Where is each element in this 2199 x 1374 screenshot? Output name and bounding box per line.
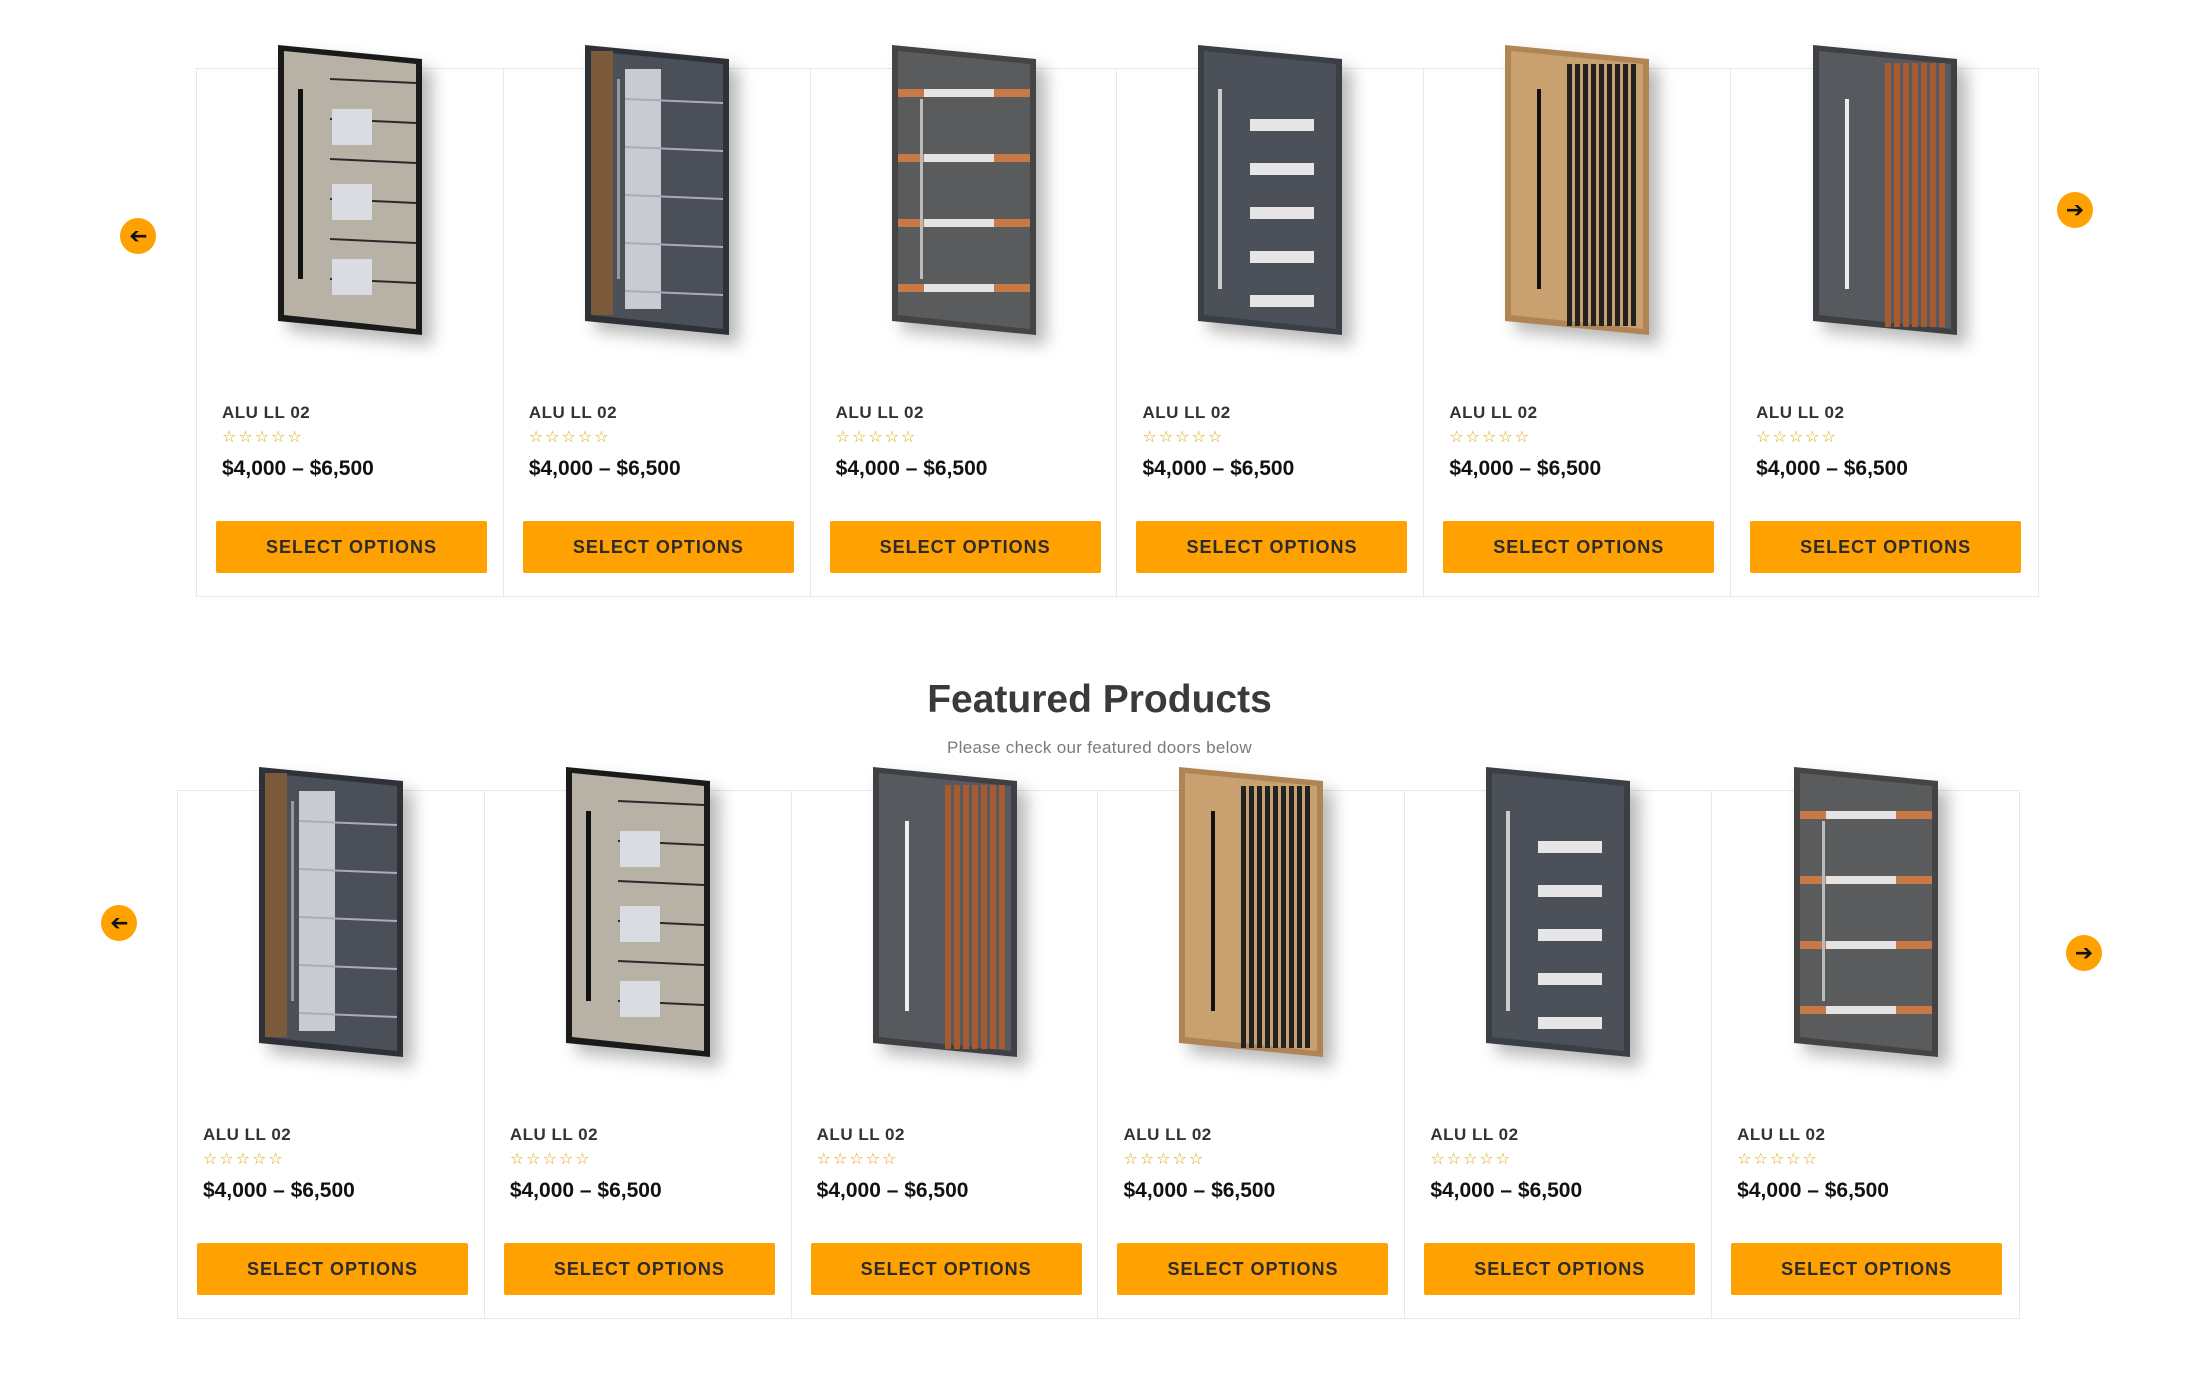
product-image[interactable]	[504, 39, 810, 399]
select-options-button[interactable]: SELECT OPTIONS	[503, 1243, 775, 1295]
select-options-button[interactable]: SELECT OPTIONS	[829, 521, 1101, 573]
product-image[interactable]	[1117, 39, 1423, 399]
select-options-button[interactable]: SELECT OPTIONS	[1750, 521, 2022, 573]
product-card[interactable]: ALU LL 02 ☆☆☆☆☆ $4,000 – $6,500 SELECT OPTI…	[197, 45, 504, 596]
product-card[interactable]: ALU LL 02 ☆☆☆☆☆ $4,000 – $6,500 SELECT OPTI…	[1731, 45, 2038, 596]
product-price: $4,000 – $6,500	[222, 457, 374, 480]
section-title: Featured Products	[927, 678, 1272, 721]
rating-stars: ☆☆☆☆☆	[1123, 1151, 1206, 1168]
product-price: $4,000 – $6,500	[528, 457, 681, 480]
rating-stars: ☆☆☆☆☆	[1430, 1151, 1513, 1168]
product-name[interactable]: ALU LL 02	[1142, 403, 1230, 423]
carousel-prev-button[interactable]: ➔	[120, 218, 156, 254]
rating-stars: ☆☆☆☆☆	[509, 1151, 592, 1168]
rating-stars: ☆☆☆☆☆	[1142, 429, 1225, 446]
product-name[interactable]: ALU LL 02	[510, 1125, 598, 1145]
product-price: $4,000 – $6,500	[816, 1179, 969, 1202]
product-image[interactable]	[1731, 39, 2038, 399]
product-card[interactable]: ALU LL 02 ☆☆☆☆☆ $4,000 – $6,500 SELECT OPTI…	[1405, 767, 1713, 1318]
rating-stars: ☆☆☆☆☆	[222, 429, 304, 446]
product-grid: ALU LL 02 ☆☆☆☆☆ $4,000 – $6,500 SELECT OPTI…	[196, 45, 2039, 597]
select-options-button[interactable]: SELECT OPTIONS	[810, 1243, 1082, 1295]
arrow-left-icon: ➔	[109, 910, 129, 935]
product-image[interactable]	[792, 761, 1098, 1121]
carousel-prev-button[interactable]: ➔	[101, 905, 137, 941]
rating-stars: ☆☆☆☆☆	[203, 1151, 285, 1168]
section-subtitle: Please check our featured doors below	[947, 738, 1252, 757]
select-options-button[interactable]: SELECT OPTIONS	[216, 521, 487, 573]
product-grid: ALU LL 02 ☆☆☆☆☆ $4,000 – $6,500 SELECT OPTI…	[177, 767, 2020, 1319]
rating-stars: ☆☆☆☆☆	[528, 429, 611, 446]
product-name[interactable]: ALU LL 02	[1737, 1125, 1825, 1145]
rating-stars: ☆☆☆☆☆	[816, 1151, 899, 1168]
rating-stars: ☆☆☆☆☆	[1737, 1151, 1819, 1168]
product-card[interactable]: ALU LL 02 ☆☆☆☆☆ $4,000 – $6,500 SELECT OPTI…	[792, 767, 1099, 1318]
product-price: $4,000 – $6,500	[509, 1179, 662, 1202]
product-card[interactable]: ALU LL 02 ☆☆☆☆☆ $4,000 – $6,500 SELECT OPTI…	[1117, 45, 1425, 596]
product-name[interactable]: ALU LL 02	[817, 1125, 905, 1145]
product-price: $4,000 – $6,500	[1737, 1179, 1889, 1202]
rating-stars: ☆☆☆☆☆	[1449, 429, 1532, 446]
product-name[interactable]: ALU LL 02	[1449, 403, 1537, 423]
product-image[interactable]	[811, 39, 1117, 399]
arrow-left-icon: ➔	[128, 223, 148, 248]
select-options-button[interactable]: SELECT OPTIONS	[522, 521, 794, 573]
product-image[interactable]	[1424, 39, 1730, 399]
product-card[interactable]: ALU LL 02 ☆☆☆☆☆ $4,000 – $6,500 SELECT OPTI…	[485, 767, 792, 1318]
product-price: $4,000 – $6,500	[1449, 457, 1602, 480]
product-card[interactable]: ALU LL 02 ☆☆☆☆☆ $4,000 – $6,500 SELECT OPTI…	[1098, 767, 1406, 1318]
product-card[interactable]: ALU LL 02 ☆☆☆☆☆ $4,000 – $6,500 SELECT OPTI…	[178, 767, 485, 1318]
product-image[interactable]	[485, 761, 791, 1121]
product-image[interactable]	[1405, 761, 1711, 1121]
select-options-button[interactable]: SELECT OPTIONS	[1731, 1243, 2003, 1295]
product-image[interactable]	[197, 39, 503, 399]
product-price: $4,000 – $6,500	[1123, 1179, 1276, 1202]
select-options-button[interactable]: SELECT OPTIONS	[1424, 1243, 1696, 1295]
product-name[interactable]: ALU LL 02	[836, 403, 924, 423]
product-name[interactable]: ALU LL 02	[222, 403, 310, 423]
select-options-button[interactable]: SELECT OPTIONS	[1136, 521, 1408, 573]
product-card[interactable]: ALU LL 02 ☆☆☆☆☆ $4,000 – $6,500 SELECT OPTI…	[504, 45, 811, 596]
product-image[interactable]	[178, 761, 484, 1121]
product-image[interactable]	[1098, 761, 1404, 1121]
select-options-button[interactable]: SELECT OPTIONS	[1443, 521, 1715, 573]
carousel-next-button[interactable]: ➔	[2066, 935, 2102, 971]
product-image[interactable]	[1712, 761, 2019, 1121]
select-options-button[interactable]: SELECT OPTIONS	[1117, 1243, 1389, 1295]
product-price: $4,000 – $6,500	[835, 457, 988, 480]
product-card[interactable]: ALU LL 02 ☆☆☆☆☆ $4,000 – $6,500 SELECT OPTI…	[811, 45, 1118, 596]
select-options-button[interactable]: SELECT OPTIONS	[197, 1243, 468, 1295]
product-card[interactable]: ALU LL 02 ☆☆☆☆☆ $4,000 – $6,500 SELECT OPTI…	[1712, 767, 2019, 1318]
product-price: $4,000 – $6,500	[1142, 457, 1295, 480]
arrow-right-icon: ➔	[2065, 197, 2085, 222]
product-card[interactable]: ALU LL 02 ☆☆☆☆☆ $4,000 – $6,500 SELECT OPTI…	[1424, 45, 1732, 596]
product-price: $4,000 – $6,500	[1756, 457, 1908, 480]
product-name[interactable]: ALU LL 02	[529, 403, 617, 423]
arrow-right-icon: ➔	[2074, 940, 2094, 965]
product-name[interactable]: ALU LL 02	[1756, 403, 1844, 423]
rating-stars: ☆☆☆☆☆	[835, 429, 918, 446]
product-name[interactable]: ALU LL 02	[1430, 1125, 1518, 1145]
product-price: $4,000 – $6,500	[1430, 1179, 1583, 1202]
carousel-next-button[interactable]: ➔	[2057, 192, 2093, 228]
product-name[interactable]: ALU LL 02	[1123, 1125, 1211, 1145]
rating-stars: ☆☆☆☆☆	[1756, 429, 1838, 446]
product-name[interactable]: ALU LL 02	[203, 1125, 291, 1145]
product-price: $4,000 – $6,500	[203, 1179, 355, 1202]
